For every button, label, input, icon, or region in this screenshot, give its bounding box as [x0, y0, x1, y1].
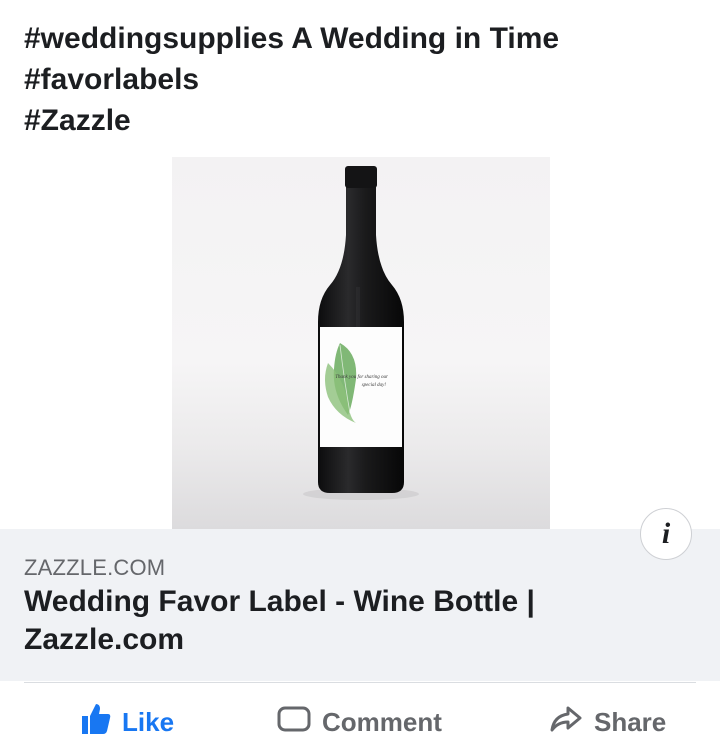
like-label: Like	[122, 707, 175, 737]
preview-title[interactable]: Wedding Favor Label - Wine Bottle | Zazz…	[24, 583, 584, 659]
wine-bottle-illustration: Thank you for sharing our special day!	[172, 166, 550, 529]
divider	[24, 682, 696, 683]
info-icon[interactable]: i	[640, 508, 692, 560]
comment-icon	[277, 706, 311, 732]
action-bar: Like Comment Share	[0, 700, 720, 740]
like-button[interactable]: Like	[76, 700, 174, 740]
caption-line-3[interactable]: #Zazzle	[24, 100, 704, 141]
post-caption: #weddingsupplies A Wedding in Time #favo…	[24, 18, 704, 141]
label-text-line-1: Thank you for sharing our	[335, 375, 388, 380]
thumbs-up-icon	[82, 704, 111, 734]
caption-line-1: #weddingsupplies A Wedding in Time	[24, 22, 560, 55]
share-label: Share	[594, 707, 667, 737]
preview-domain: ZAZZLE.COM	[24, 555, 166, 580]
label-text-line-2: special day!	[362, 383, 387, 388]
comment-button[interactable]: Comment	[276, 700, 442, 740]
link-preview[interactable]: ZAZZLE.COM Wedding Favor Label - Wine Bo…	[0, 529, 720, 681]
comment-label: Comment	[322, 707, 442, 737]
caption-line-2[interactable]: #favorlabels	[24, 59, 704, 100]
bottle-highlight	[356, 287, 360, 327]
product-image[interactable]: Thank you for sharing our special day!	[172, 157, 550, 529]
share-button[interactable]: Share	[548, 700, 666, 740]
share-icon	[550, 706, 582, 732]
bottle-capsule	[345, 166, 377, 188]
